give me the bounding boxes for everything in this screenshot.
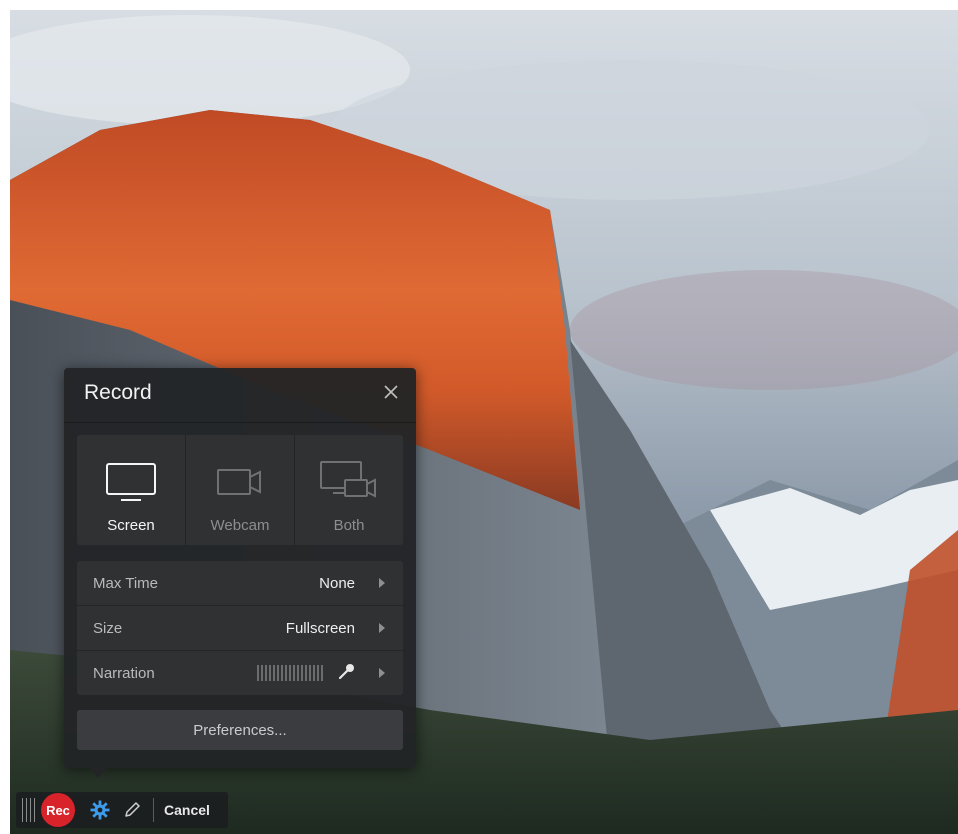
record-settings-list: Max Time None Size Fullscreen Narration (77, 561, 403, 695)
chevron-right-icon (379, 623, 385, 633)
toolbar-divider (153, 798, 154, 822)
record-panel: Record Screen Webcam Both Max Time None … (64, 368, 416, 768)
size-value: Fullscreen (285, 619, 355, 637)
gear-icon[interactable] (90, 800, 110, 820)
narration-row[interactable]: Narration (77, 651, 403, 695)
mode-webcam-label: Webcam (210, 517, 270, 534)
panel-title: Record (84, 381, 152, 404)
chevron-right-icon (379, 668, 385, 678)
max-time-row[interactable]: Max Time None (77, 561, 403, 606)
mode-screen-button[interactable]: Screen (77, 435, 186, 545)
drag-handle[interactable] (22, 798, 35, 822)
panel-pointer (88, 766, 108, 778)
chevron-right-icon (379, 578, 385, 588)
webcam-icon (214, 459, 266, 507)
max-time-value: None (319, 574, 355, 592)
screen-and-webcam-icon (319, 459, 379, 507)
microphone-icon (338, 664, 354, 680)
recorder-toolbar: Rec Cancel (16, 792, 228, 828)
pencil-icon[interactable] (122, 800, 142, 820)
preferences-button[interactable]: Preferences... (77, 710, 403, 750)
mode-webcam-button[interactable]: Webcam (186, 435, 295, 545)
size-row[interactable]: Size Fullscreen (77, 606, 403, 651)
cancel-button[interactable]: Cancel (164, 792, 210, 828)
close-button[interactable] (380, 382, 402, 404)
mode-both-label: Both (333, 517, 365, 534)
mode-both-button[interactable]: Both (295, 435, 403, 545)
mode-screen-label: Screen (107, 517, 155, 534)
close-icon (384, 385, 398, 399)
audio-level-meter (257, 665, 323, 681)
size-label: Size (93, 619, 123, 637)
capture-mode-selector: Screen Webcam Both (77, 435, 403, 545)
rec-button[interactable]: Rec (41, 793, 75, 827)
narration-label: Narration (93, 664, 155, 682)
max-time-label: Max Time (93, 574, 159, 592)
panel-divider (64, 422, 416, 423)
monitor-icon (105, 459, 157, 507)
